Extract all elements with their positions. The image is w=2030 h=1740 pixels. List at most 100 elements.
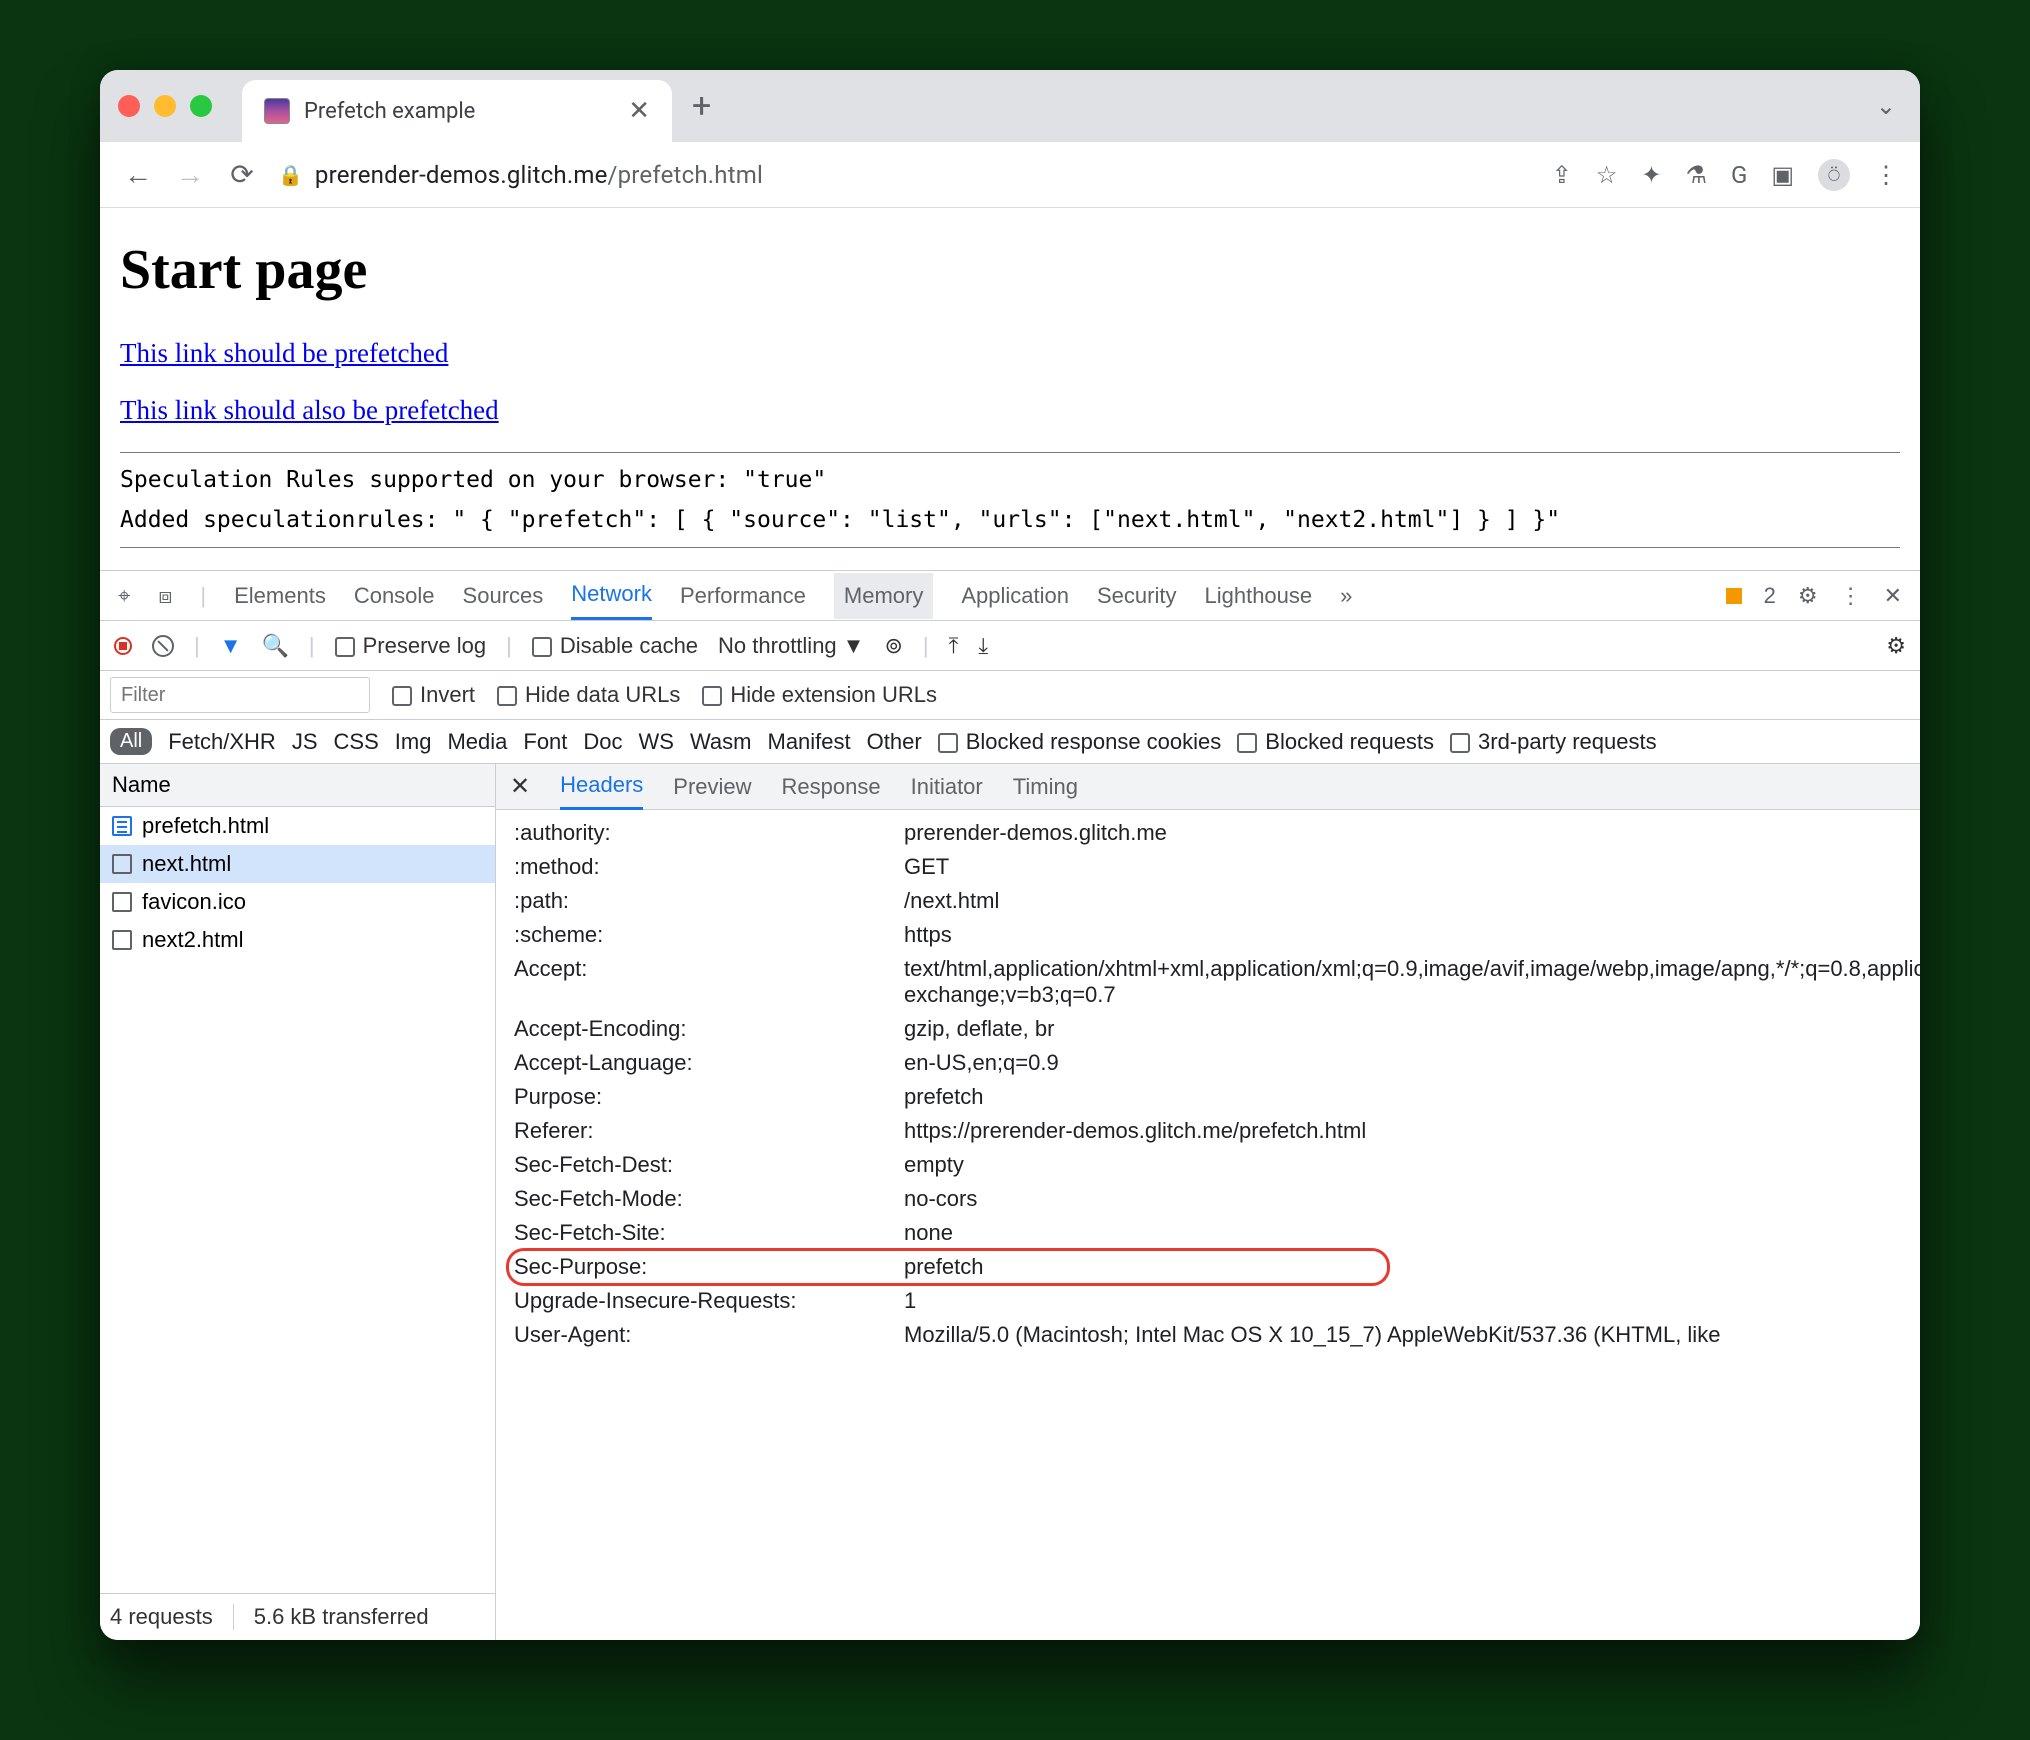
request-name: next.html bbox=[142, 851, 231, 877]
hide-data-urls-checkbox[interactable]: Hide data URLs bbox=[497, 682, 680, 708]
header-value: prefetch bbox=[904, 1084, 1920, 1110]
bookmark-icon[interactable]: ☆ bbox=[1596, 161, 1618, 189]
request-name: next2.html bbox=[142, 927, 244, 953]
tab-performance[interactable]: Performance bbox=[680, 573, 806, 619]
tab-console[interactable]: Console bbox=[354, 573, 435, 619]
detail-tab-preview[interactable]: Preview bbox=[673, 774, 751, 800]
request-rows: prefetch.html next.html favicon.ico next2.h… bbox=[100, 807, 495, 1593]
type-font[interactable]: Font bbox=[523, 729, 567, 755]
more-tabs-icon[interactable]: » bbox=[1340, 583, 1352, 609]
devtools-close-icon[interactable]: ✕ bbox=[1884, 583, 1902, 609]
import-har-icon[interactable]: ⤒ bbox=[949, 633, 959, 659]
prefetch-link-2[interactable]: This link should also be prefetched bbox=[120, 395, 1900, 426]
extensions-icon[interactable]: ✦ bbox=[1641, 161, 1661, 189]
detail-tabs: ✕ Headers Preview Response Initiator Tim… bbox=[496, 764, 1920, 810]
devtools-menu-icon[interactable]: ⋮ bbox=[1840, 583, 1862, 609]
tab-network[interactable]: Network bbox=[571, 571, 652, 620]
filter-input[interactable] bbox=[110, 677, 370, 713]
sidepanel-icon[interactable]: ▣ bbox=[1771, 161, 1794, 189]
browser-tab[interactable]: Prefetch example ✕ bbox=[242, 80, 672, 142]
hide-extension-urls-checkbox[interactable]: Hide extension URLs bbox=[702, 682, 937, 708]
third-party-checkbox[interactable]: 3rd-party requests bbox=[1450, 729, 1657, 755]
omnibox[interactable]: 🔒 prerender-demos.glitch.me/prefetch.htm… bbox=[278, 161, 1532, 189]
status-requests: 4 requests bbox=[110, 1604, 213, 1630]
profile-avatar[interactable]: ⍥ bbox=[1818, 159, 1850, 191]
record-icon[interactable] bbox=[114, 637, 132, 655]
type-manifest[interactable]: Manifest bbox=[768, 729, 851, 755]
tab-lighthouse[interactable]: Lighthouse bbox=[1204, 573, 1312, 619]
type-wasm[interactable]: Wasm bbox=[690, 729, 752, 755]
header-value: Mozilla/5.0 (Macintosh; Intel Mac OS X 1… bbox=[904, 1322, 1920, 1348]
header-key: Referer: bbox=[514, 1118, 904, 1144]
network-conditions-icon[interactable]: ⊚ bbox=[884, 633, 902, 659]
share-icon[interactable]: ⇪ bbox=[1552, 161, 1572, 189]
disable-cache[interactable]: Disable cache bbox=[532, 633, 698, 659]
tab-memory[interactable]: Memory bbox=[834, 573, 933, 619]
request-row[interactable]: next.html bbox=[100, 845, 495, 883]
type-js[interactable]: JS bbox=[292, 729, 318, 755]
minimize-window-icon[interactable] bbox=[154, 95, 176, 117]
request-list-header[interactable]: Name bbox=[100, 764, 495, 807]
blocked-cookies-checkbox[interactable]: Blocked response cookies bbox=[938, 729, 1222, 755]
clear-icon[interactable] bbox=[152, 635, 174, 657]
type-all[interactable]: All bbox=[110, 728, 152, 755]
detail-close-icon[interactable]: ✕ bbox=[510, 772, 530, 801]
type-media[interactable]: Media bbox=[447, 729, 507, 755]
google-icon[interactable]: G bbox=[1731, 161, 1747, 189]
chrome-menu-icon[interactable]: ⋮ bbox=[1874, 161, 1898, 189]
hide-tabs-icon[interactable]: ⌄ bbox=[1866, 86, 1906, 126]
file-icon bbox=[112, 930, 132, 950]
labs-icon[interactable]: ⚗ bbox=[1685, 161, 1707, 189]
type-fetch[interactable]: Fetch/XHR bbox=[168, 729, 276, 755]
devtools-settings-icon[interactable]: ⚙ bbox=[1798, 583, 1818, 609]
type-ws[interactable]: WS bbox=[639, 729, 674, 755]
tab-title: Prefetch example bbox=[304, 99, 475, 124]
inspect-icon[interactable]: ⌖ bbox=[118, 583, 130, 609]
reload-button[interactable]: ⟳ bbox=[226, 158, 258, 191]
close-window-icon[interactable] bbox=[118, 95, 140, 117]
headers-list: :authority:prerender-demos.glitch.me:met… bbox=[496, 810, 1920, 1640]
warning-count: 2 bbox=[1764, 583, 1776, 609]
page-heading: Start page bbox=[120, 238, 1900, 302]
tab-security[interactable]: Security bbox=[1097, 573, 1176, 619]
header-key: Purpose: bbox=[514, 1084, 904, 1110]
detail-tab-headers[interactable]: Headers bbox=[560, 764, 643, 810]
tab-elements[interactable]: Elements bbox=[234, 573, 326, 619]
invert-checkbox[interactable]: Invert bbox=[392, 682, 475, 708]
forward-button[interactable]: → bbox=[174, 158, 206, 191]
request-row[interactable]: favicon.ico bbox=[100, 883, 495, 921]
type-other[interactable]: Other bbox=[867, 729, 922, 755]
throttling-select[interactable]: No throttling ▼ bbox=[718, 633, 864, 659]
blocked-requests-checkbox[interactable]: Blocked requests bbox=[1237, 729, 1434, 755]
back-button[interactable]: ← bbox=[122, 158, 154, 191]
tab-sources[interactable]: Sources bbox=[463, 573, 544, 619]
fullscreen-window-icon[interactable] bbox=[190, 95, 212, 117]
tab-application[interactable]: Application bbox=[961, 573, 1069, 619]
device-toolbar-icon[interactable]: ⧈ bbox=[158, 583, 172, 609]
export-har-icon[interactable]: ⤓ bbox=[978, 633, 988, 659]
request-row[interactable]: next2.html bbox=[100, 921, 495, 959]
type-doc[interactable]: Doc bbox=[583, 729, 622, 755]
type-css[interactable]: CSS bbox=[334, 729, 379, 755]
url-path: /prefetch.html bbox=[608, 161, 764, 189]
toolbar-actions: ⇪ ☆ ✦ ⚗ G ▣ ⍥ ⋮ bbox=[1552, 159, 1898, 191]
header-key: Accept-Encoding: bbox=[514, 1016, 904, 1042]
file-icon bbox=[112, 892, 132, 912]
preserve-log[interactable]: Preserve log bbox=[335, 633, 487, 659]
warning-badge-icon[interactable] bbox=[1726, 588, 1742, 604]
prefetch-link-1[interactable]: This link should be prefetched bbox=[120, 338, 1900, 369]
type-img[interactable]: Img bbox=[395, 729, 432, 755]
network-settings-icon[interactable]: ⚙ bbox=[1886, 633, 1906, 659]
speculation-support-text: Speculation Rules supported on your brow… bbox=[120, 467, 1900, 493]
detail-tab-initiator[interactable]: Initiator bbox=[911, 774, 983, 800]
detail-tab-response[interactable]: Response bbox=[782, 774, 881, 800]
header-value: prerender-demos.glitch.me bbox=[904, 820, 1920, 846]
filter-icon[interactable]: ▼ bbox=[220, 633, 242, 659]
request-row[interactable]: prefetch.html bbox=[100, 807, 495, 845]
detail-tab-timing[interactable]: Timing bbox=[1013, 774, 1078, 800]
search-icon[interactable]: 🔍 bbox=[262, 633, 289, 659]
header-row: Sec-Fetch-Mode:no-cors bbox=[514, 1182, 1920, 1216]
tab-close-icon[interactable]: ✕ bbox=[628, 96, 650, 126]
new-tab-button[interactable]: + bbox=[692, 86, 711, 126]
header-row: Upgrade-Insecure-Requests:1 bbox=[514, 1284, 1920, 1318]
